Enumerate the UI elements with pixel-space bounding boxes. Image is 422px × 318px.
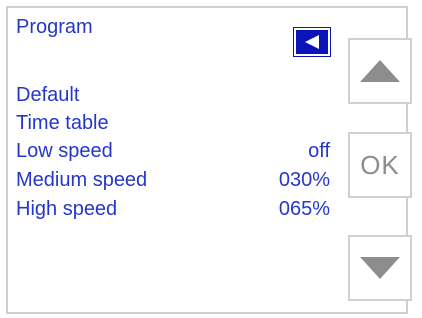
- menu-item-time-table[interactable]: Time table: [16, 112, 109, 135]
- back-button[interactable]: [294, 28, 330, 56]
- menu-item-default[interactable]: Default: [16, 84, 79, 107]
- ok-label: OK: [360, 149, 400, 180]
- screen-title: Program: [16, 16, 93, 38]
- menu-item-medium-speed[interactable]: Medium speed: [16, 169, 147, 192]
- menu-item-low-speed[interactable]: Low speed: [16, 140, 113, 163]
- ok-button[interactable]: OK: [348, 132, 412, 198]
- scroll-up-button[interactable]: [348, 38, 412, 104]
- menu-item-high-speed[interactable]: High speed: [16, 198, 117, 221]
- program-screen: Program Default Time table Low speed off…: [6, 6, 412, 314]
- back-triangle-left-icon: [305, 35, 319, 49]
- medium-speed-value: 030%: [278, 169, 330, 191]
- high-speed-value: 065%: [278, 198, 330, 220]
- arrow-up-icon: [360, 60, 400, 82]
- arrow-down-icon: [360, 257, 400, 279]
- low-speed-value: off: [308, 140, 330, 162]
- scroll-down-button[interactable]: [348, 235, 412, 301]
